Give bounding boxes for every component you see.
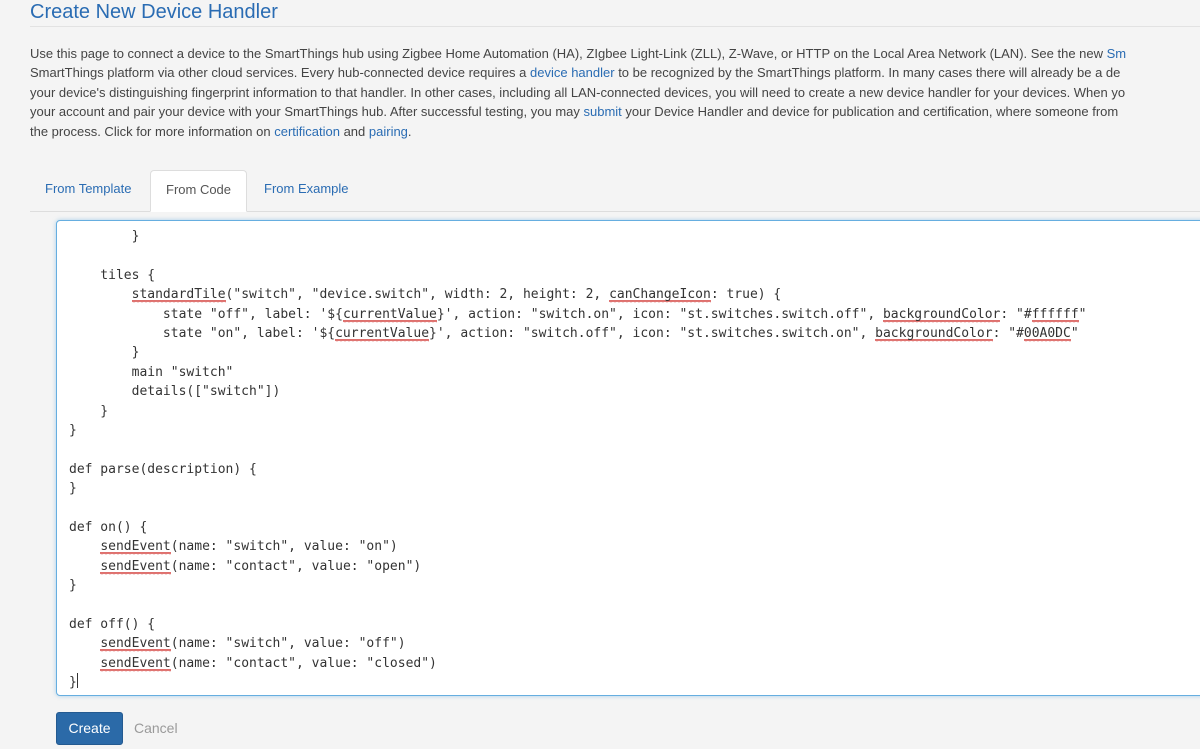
intro-text: SmartThings platform via other cloud ser… xyxy=(30,65,531,81)
intro-text: Use this page to connect a device to the… xyxy=(30,46,1107,61)
certification-link[interactable]: certification xyxy=(274,124,340,139)
code-line: tiles { xyxy=(69,267,156,283)
code-line: def off() { xyxy=(69,616,156,632)
intro-text: . xyxy=(407,123,412,139)
intro-text: to be recognized by the SmartThings plat… xyxy=(614,65,1121,81)
intro-line: the process. Click for more information … xyxy=(30,122,1200,141)
code-line: main "switch" xyxy=(69,364,234,380)
code-line: sendEvent(name: "switch", value: "on") xyxy=(100,539,398,556)
code-line: } xyxy=(69,229,140,244)
pairing-link[interactable]: pairing xyxy=(369,124,408,139)
create-button[interactable]: Create xyxy=(56,712,123,745)
intro-text: your account and pair your device with y… xyxy=(30,104,584,120)
code-line: } xyxy=(69,672,78,690)
intro-text: your Device Handler and device for publi… xyxy=(621,104,1119,120)
code-line: standardTile("switch", "device.switch", … xyxy=(131,287,782,304)
cancel-button[interactable]: Cancel xyxy=(134,712,178,745)
text-caret xyxy=(76,672,78,688)
intro-paragraph: Use this page to connect a device to the… xyxy=(30,44,1200,141)
code-content[interactable]: } tiles { standardTile("switch", "device… xyxy=(69,227,1087,692)
code-line: sendEvent(name: "switch", value: "off") xyxy=(100,636,406,653)
code-line: details(["switch"]) xyxy=(69,384,281,400)
code-line: state "off", label: '${currentValue}', a… xyxy=(69,306,1087,323)
code-line: def parse(description) { xyxy=(69,461,257,477)
submit-link[interactable]: submit xyxy=(584,104,622,119)
device-handler-link[interactable]: device handler xyxy=(530,65,615,80)
tab-from-code[interactable]: From Code xyxy=(150,170,248,212)
intro-line: Use this page to connect a device to the… xyxy=(30,44,1200,63)
handler-source-tabs: From Template From Code From Example xyxy=(30,170,1200,212)
code-line: } xyxy=(69,345,140,361)
code-line: state "on", label: '${currentValue}', ac… xyxy=(69,325,1079,342)
smartthings-link[interactable]: Sm xyxy=(1107,46,1127,61)
intro-line: your device's distinguishing fingerprint… xyxy=(30,84,1126,100)
code-line: } xyxy=(69,578,77,594)
tab-from-example[interactable]: From Example xyxy=(249,170,364,210)
intro-text: the process. Click for more information … xyxy=(30,123,275,139)
code-line: sendEvent(name: "contact", value: "open"… xyxy=(100,558,422,575)
page: Create New Device Handler Use this page … xyxy=(0,0,1200,749)
code-line: } xyxy=(69,403,109,419)
intro-text: and xyxy=(339,123,369,139)
tab-from-template[interactable]: From Template xyxy=(30,170,146,210)
page-title: Create New Device Handler xyxy=(30,1,278,23)
intro-line: your account and pair your device with y… xyxy=(30,102,1200,121)
code-line: } xyxy=(69,422,77,438)
title-divider xyxy=(30,26,1200,27)
code-line: } xyxy=(69,481,77,497)
code-editor[interactable]: } tiles { standardTile("switch", "device… xyxy=(56,220,1200,696)
code-line: def on() { xyxy=(69,519,148,535)
code-line: sendEvent(name: "contact", value: "close… xyxy=(100,655,437,672)
intro-line: SmartThings platform via other cloud ser… xyxy=(30,63,1200,82)
